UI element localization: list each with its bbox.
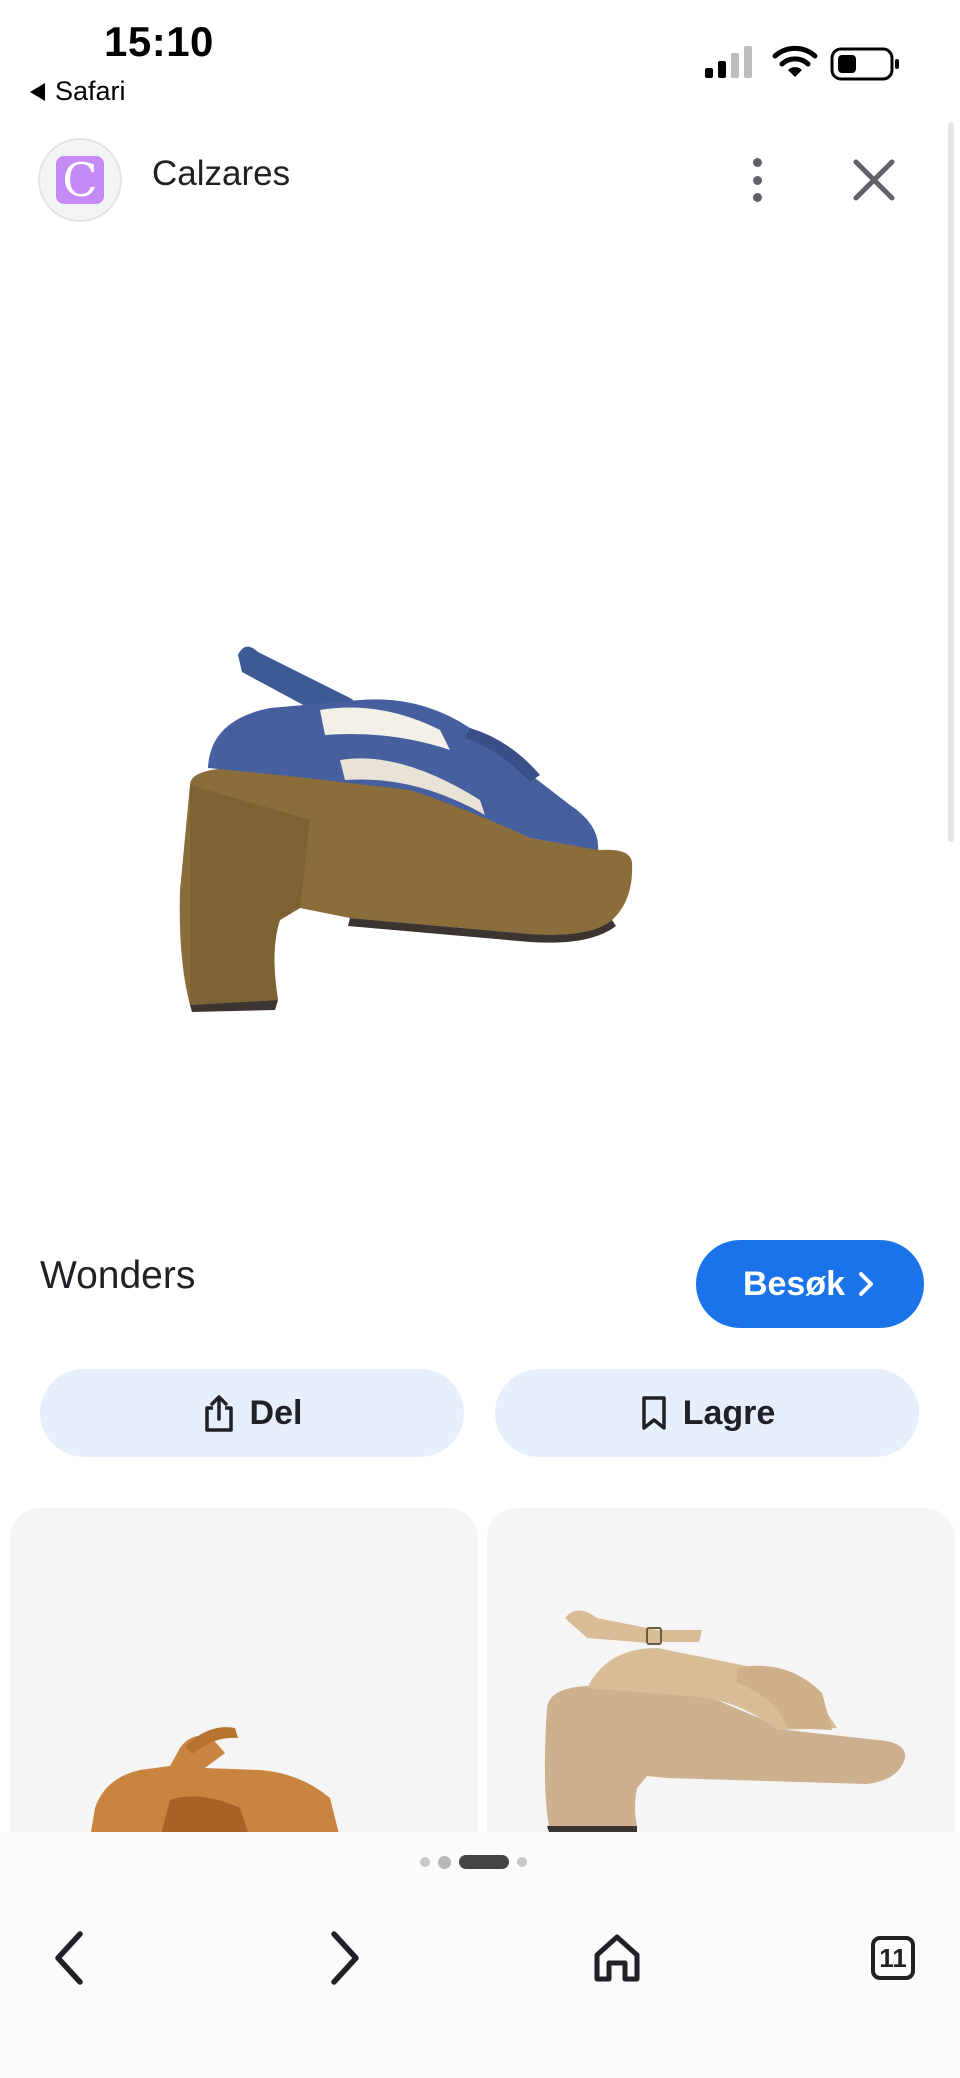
share-icon (204, 1395, 233, 1432)
status-time: 15:10 (104, 18, 214, 65)
more-vert-icon[interactable] (737, 150, 777, 210)
related-product-image (90, 1727, 340, 1838)
save-button[interactable]: Lagre (495, 1369, 919, 1457)
visit-button[interactable]: Besøk (696, 1240, 924, 1328)
scrollbar[interactable] (948, 122, 954, 842)
back-triangle-icon (30, 82, 45, 101)
related-product-image (544, 1610, 906, 1832)
tabs-icon[interactable]: 11 (857, 1922, 929, 1994)
back-icon[interactable] (34, 1922, 106, 1994)
home-icon[interactable] (581, 1922, 653, 1994)
signal-icon (705, 46, 752, 78)
related-product-card[interactable] (487, 1508, 955, 1838)
wifi-icon (772, 45, 818, 77)
save-label: Lagre (682, 1393, 776, 1432)
page-dot-active (459, 1855, 509, 1869)
chevron-right-icon (859, 1272, 874, 1296)
page-dot (420, 1857, 430, 1867)
share-button[interactable]: Del (40, 1369, 464, 1457)
visit-label: Besøk (742, 1264, 846, 1303)
back-to-app[interactable]: Safari (30, 76, 126, 107)
site-logo[interactable]: C (38, 138, 122, 222)
page-indicator[interactable] (420, 1855, 527, 1869)
product-image[interactable] (150, 600, 800, 1060)
bookmark-icon (641, 1396, 666, 1430)
related-product-card[interactable] (10, 1508, 478, 1838)
tab-count: 11 (871, 1936, 915, 1980)
battery-icon (830, 47, 899, 81)
page-dot (517, 1857, 527, 1867)
site-name[interactable]: Calzares (152, 154, 290, 194)
logo-letter: C (62, 156, 98, 204)
close-icon[interactable] (846, 152, 902, 208)
back-app-label: Safari (55, 76, 126, 106)
share-label: Del (249, 1393, 303, 1432)
forward-icon[interactable] (308, 1922, 380, 1994)
logo-mark: C (56, 156, 104, 204)
page-dot (438, 1855, 451, 1869)
product-name: Wonders (40, 1254, 196, 1297)
